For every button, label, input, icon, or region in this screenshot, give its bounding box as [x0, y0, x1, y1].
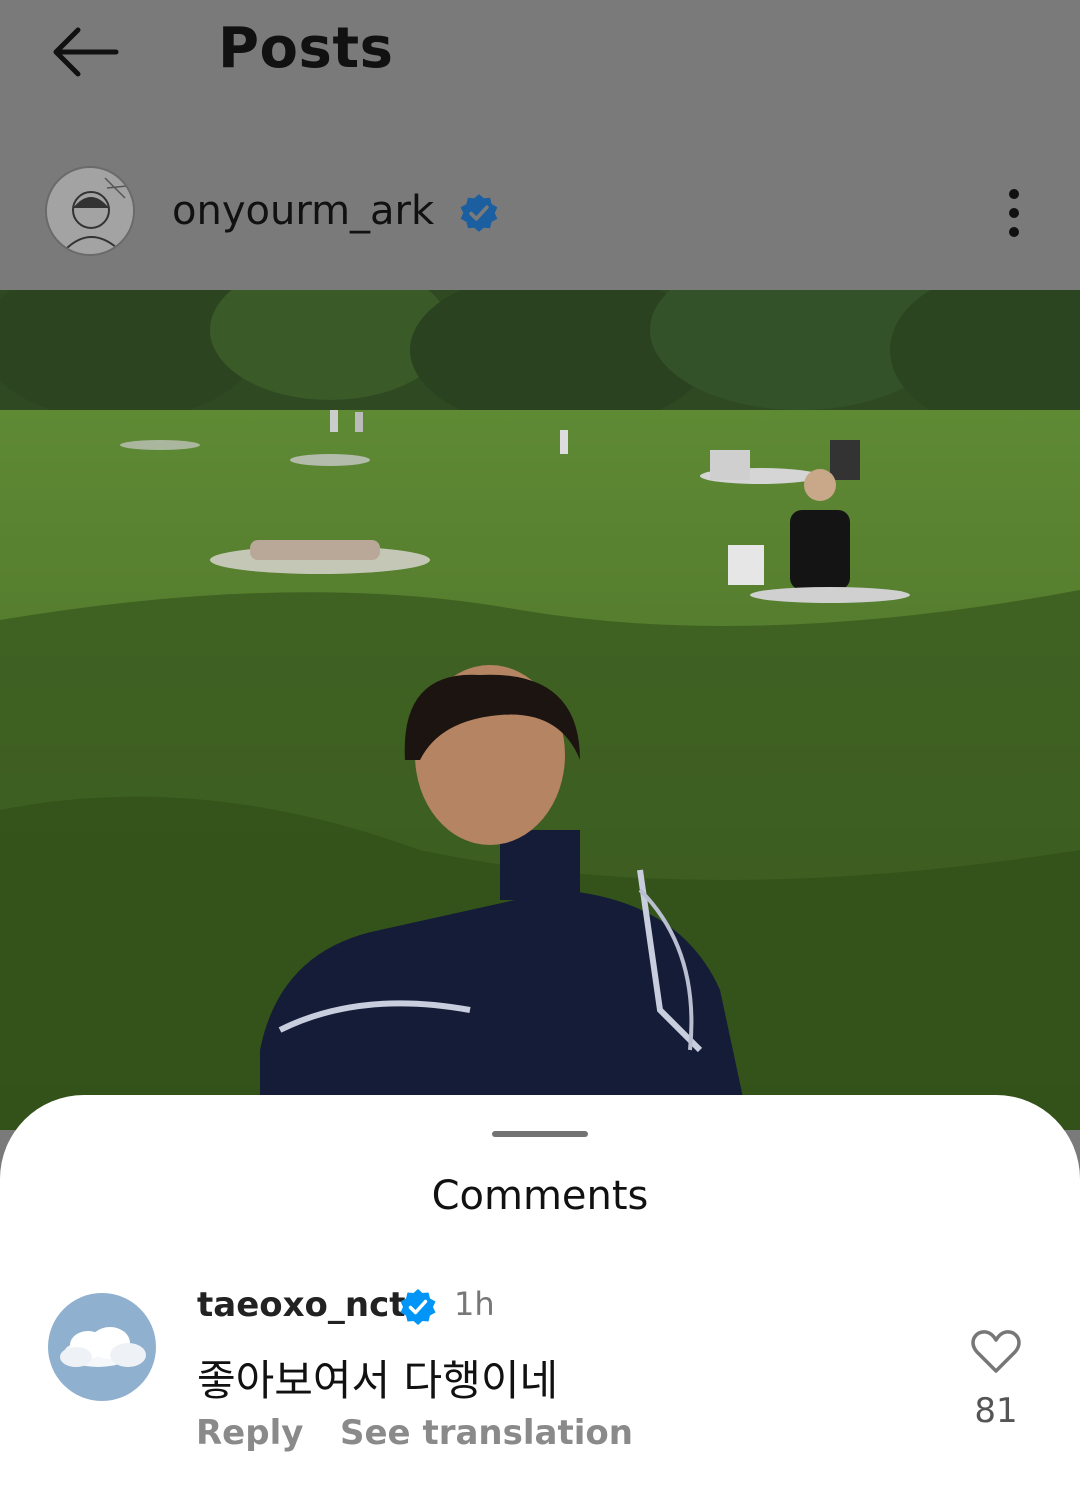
post-photo[interactable] — [0, 290, 1080, 1130]
arrow-left-icon[interactable] — [48, 24, 120, 80]
post-header: onyourm_ark — [0, 140, 1080, 290]
heart-outline-icon[interactable] — [970, 1329, 1022, 1375]
commenter-avatar[interactable] — [48, 1293, 156, 1401]
avatar[interactable] — [45, 166, 135, 256]
drag-handle[interactable] — [492, 1131, 588, 1137]
commenter-username[interactable]: taeoxo_nct — [197, 1285, 406, 1325]
vertical-dots-icon[interactable] — [996, 186, 1032, 240]
comments-sheet: Comments taeoxo_nct 1h 좋아보여서 다행이네 Reply … — [0, 1095, 1080, 1502]
comment-time: 1h — [454, 1285, 495, 1323]
page-title: Posts — [218, 16, 394, 81]
comment-item: taeoxo_nct 1h 좋아보여서 다행이네 Reply See trans… — [0, 1285, 1080, 1502]
top-bar: Posts — [0, 0, 1080, 110]
comments-title: Comments — [431, 1173, 649, 1219]
like-count: 81 — [974, 1391, 1018, 1431]
verified-badge-icon — [400, 1289, 436, 1325]
verified-badge-icon — [460, 194, 498, 232]
see-translation-button[interactable]: See translation — [340, 1413, 633, 1453]
post-username[interactable]: onyourm_ark — [172, 188, 434, 234]
comment-text: 좋아보여서 다행이네 — [197, 1356, 559, 1405]
reply-button[interactable]: Reply — [196, 1413, 303, 1453]
